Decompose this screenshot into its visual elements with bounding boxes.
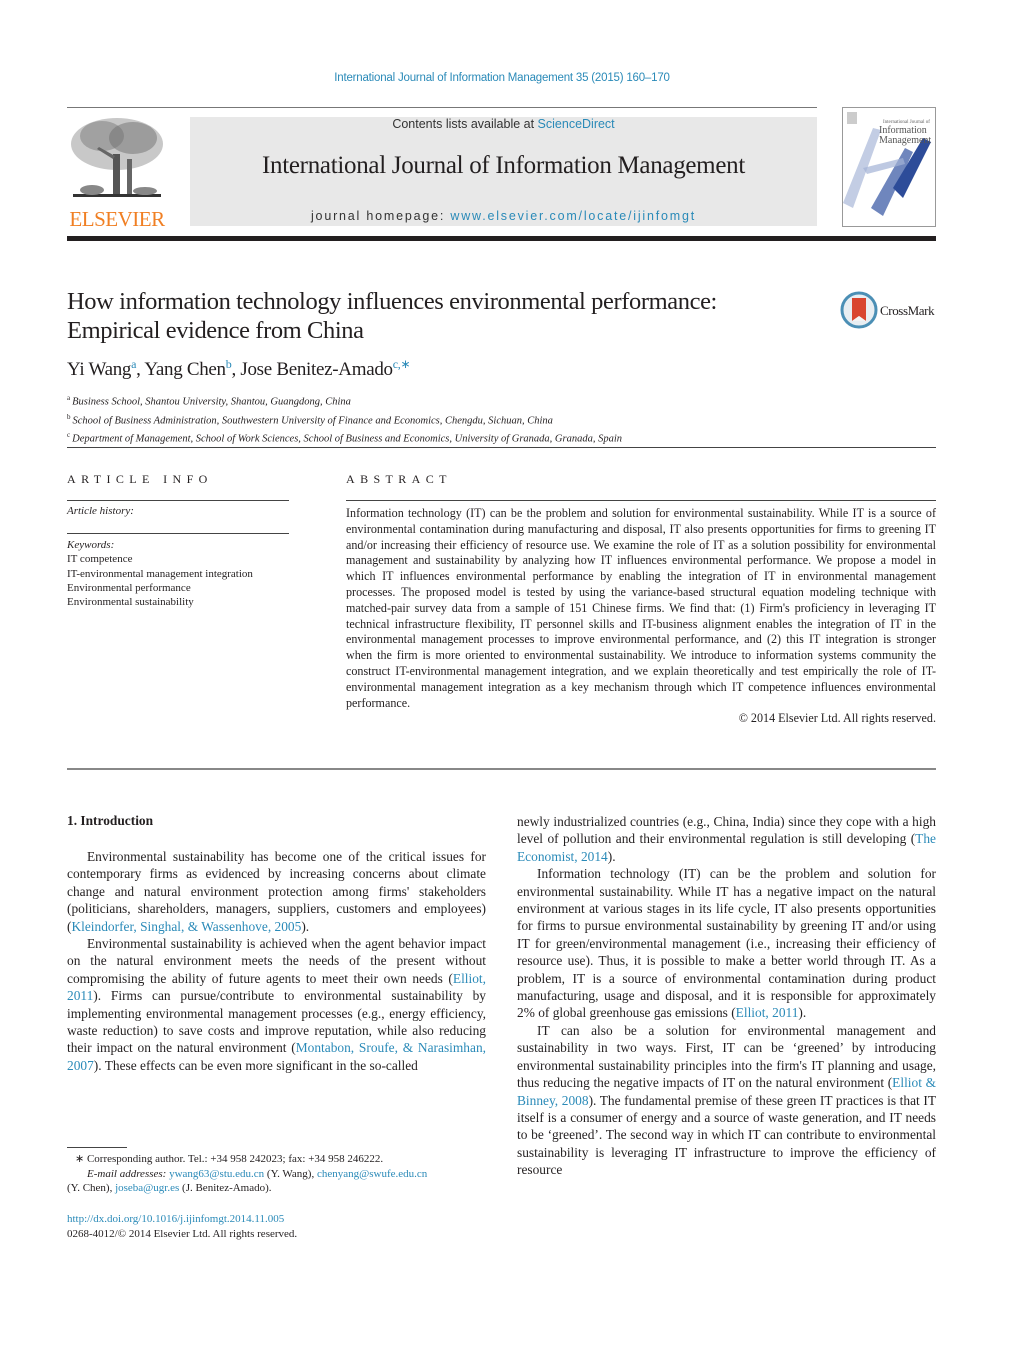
abstract-heading: ABSTRACT [346, 472, 452, 486]
cover-title-line2: Management [879, 135, 932, 146]
homepage-prefix: journal homepage: [310, 209, 451, 223]
keywords-label: Keywords: [67, 539, 115, 551]
abstract-body: Information technology (IT) can be the p… [346, 506, 936, 727]
doi-link[interactable]: http://dx.doi.org/10.1016/j.ijinfomgt.20… [67, 1213, 284, 1225]
author-name[interactable]: Yi Wang [67, 359, 131, 380]
email-owner: (J. Benitez-Amado). [179, 1182, 272, 1194]
author-name[interactable]: Yang Chen [144, 359, 226, 380]
body-column-right: newly industrialized countries (e.g., Ch… [517, 813, 936, 1179]
affiliation-item: c Department of Management, School of Wor… [67, 428, 622, 447]
affiliation-marker: b [67, 412, 71, 421]
paragraph-text: ). [301, 918, 310, 934]
cover-title: Information Management [879, 126, 931, 146]
citation-link[interactable]: Kleindorfer, Singhal, & Wassenhove, 2005 [71, 919, 301, 934]
author-name[interactable]: Jose Benitez-Amado [240, 359, 393, 380]
paragraph: IT can also be a solution for environmen… [517, 1022, 936, 1179]
citation-link[interactable]: Elliot, 2011 [736, 1005, 799, 1020]
section-heading-introduction: 1. Introduction [67, 813, 154, 828]
author-affil-marker[interactable]: b [226, 357, 232, 371]
affiliation-marker: c [67, 431, 71, 439]
paragraph-text: ). [607, 848, 616, 864]
email-link[interactable]: joseba@ugr.es [115, 1182, 179, 1194]
homepage-link[interactable]: www.elsevier.com/locate/ijinfomgt [450, 209, 696, 223]
title-line-1: How information technology influences en… [67, 288, 717, 315]
keyword-item: IT competence [67, 553, 133, 566]
keyword-item: IT-environmental management integration [67, 567, 253, 580]
crossmark-label: CrossMark [880, 303, 935, 318]
header-rule [67, 107, 817, 108]
email-owner: (Y. Chen), [67, 1182, 116, 1194]
affiliation-text: Department of Management, School of Work… [72, 433, 623, 445]
elsevier-tree-icon [71, 118, 163, 197]
title-line-2: Empirical evidence from China [67, 317, 364, 344]
email-addresses-cont: (Y. Chen), joseba@ugr.es (J. Benitez-Ama… [67, 1181, 487, 1196]
contents-line: Contents lists available at ScienceDirec… [190, 117, 817, 131]
affiliations: a Business School, Shantou University, Sh… [67, 391, 622, 447]
email-link[interactable]: ywang63@stu.edu.cn [169, 1168, 264, 1180]
crossmark-button[interactable]: CrossMark [840, 291, 940, 329]
paragraph: Environmental sustainability is achieved… [67, 935, 486, 1074]
email-owner: (Y. Wang), [264, 1167, 317, 1180]
affiliation-text: Business School, Shantou University, Sha… [72, 396, 351, 408]
journal-reference[interactable]: International Journal of Information Man… [0, 72, 1004, 84]
body-column-left: Environmental sustainability has become … [67, 848, 486, 1074]
doi-block: http://dx.doi.org/10.1016/j.ijinfomgt.20… [67, 1212, 297, 1241]
email-addresses: E-mail addresses: ywang63@stu.edu.cn (Y.… [67, 1167, 487, 1182]
abstract-rule [346, 500, 936, 501]
article-title: How information technology influences en… [67, 287, 827, 345]
front-matter-divider [67, 768, 936, 770]
contents-prefix: Contents lists available at [392, 117, 538, 131]
affiliation-item: a Business School, Shantou University, Sh… [67, 391, 622, 410]
issn-copyright: 0268-4012/© 2014 Elsevier Ltd. All right… [67, 1227, 298, 1240]
author-affil-marker[interactable]: c,∗ [393, 357, 411, 371]
author-list: Yi Wanga, Yang Chenb, Jose Benitez-Amado… [67, 357, 411, 380]
footnotes: ∗ Corresponding author. Tel.: +34 958 24… [67, 1152, 487, 1196]
affiliation-marker: a [67, 394, 71, 402]
elsevier-wordmark: ELSEVIER [69, 207, 165, 231]
article-history-label: Article history: [67, 505, 134, 517]
journal-homepage: journal homepage: www.elsevier.com/locat… [190, 209, 817, 223]
paragraph-text: newly industrialized countries (e.g., Ch… [517, 814, 936, 847]
crossmark-icon [840, 291, 878, 329]
article-info-rule [67, 533, 289, 534]
affiliation-item: b School of Business Administration, Sout… [67, 410, 622, 429]
keywords-block: Keywords: IT competence IT-environmental… [67, 538, 253, 609]
section-divider [67, 447, 936, 448]
paragraph-text: ). [798, 1005, 807, 1021]
abstract-copyright: © 2014 Elsevier Ltd. All rights reserved… [738, 711, 936, 726]
paragraph: newly industrialized countries (e.g., Ch… [517, 813, 936, 865]
email-label: E-mail addresses: [87, 1167, 167, 1180]
abstract-text: Information technology (IT) can be the p… [346, 506, 936, 710]
article-info-rule [67, 500, 289, 501]
keyword-item: Environmental performance [67, 581, 191, 594]
paragraph-text: IT can also be a solution for environmen… [517, 1022, 936, 1091]
paragraph: Environmental sustainability has become … [67, 848, 486, 935]
journal-title: International Journal of Information Man… [262, 152, 745, 179]
sciencedirect-link[interactable]: ScienceDirect [538, 117, 615, 131]
author-affil-marker[interactable]: a [131, 357, 136, 371]
paragraph-text: Information technology (IT) can be the p… [517, 866, 936, 1021]
paragraph-text: ). These effects can be even more signif… [93, 1057, 418, 1073]
journal-cover[interactable]: International Journal of Information Man… [842, 107, 936, 227]
keyword-item: Environmental sustainability [67, 596, 194, 609]
email-link[interactable]: chenyang@swufe.edu.cn [317, 1168, 427, 1180]
footnote-rule [67, 1147, 127, 1148]
affiliation-text: School of Business Administration, South… [72, 415, 553, 426]
paragraph: Information technology (IT) can be the p… [517, 865, 936, 1022]
elsevier-logo: ELSEVIER [67, 114, 167, 231]
paragraph-text: Environmental sustainability is achieved… [67, 936, 486, 986]
corresponding-author-note: ∗ Corresponding author. Tel.: +34 958 24… [75, 1153, 384, 1165]
header-thick-rule [67, 236, 936, 241]
journal-header-band: Contents lists available at ScienceDirec… [190, 117, 817, 226]
article-info-heading: ARTICLE INFO [67, 472, 213, 486]
